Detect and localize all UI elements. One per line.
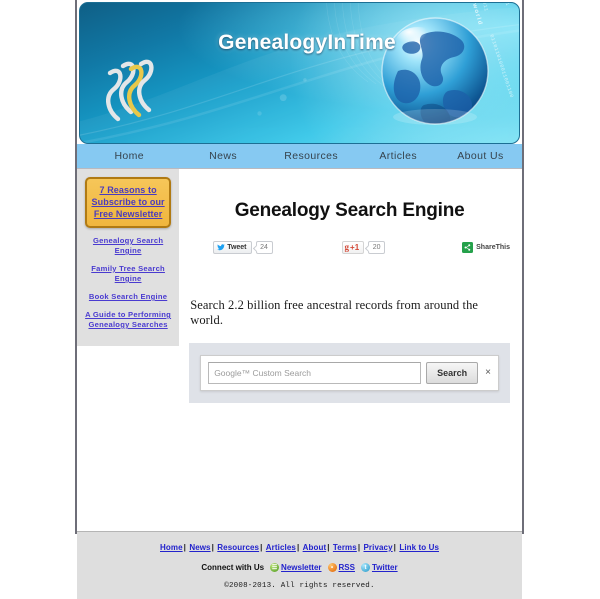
footer-link-about[interactable]: About	[303, 543, 327, 552]
footer-separator: |	[327, 543, 330, 552]
google-g-icon: g	[344, 242, 350, 252]
search-button[interactable]: Search	[426, 362, 479, 384]
rss-icon: •	[327, 563, 337, 572]
newsletter-subscribe-button[interactable]: 7 Reasons to Subscribe to our Free Newsl…	[85, 177, 172, 228]
site-footer: Home| News| Resources| Articles| About| …	[77, 531, 522, 599]
site-page: 11001101100111001 10011100110011 0110110…	[75, 0, 524, 599]
footer-link-link-to-us[interactable]: Link to Us	[399, 543, 439, 552]
main-navigation: Home News Resources Articles About Us	[77, 144, 522, 169]
nav-item-articles[interactable]: Articles	[358, 150, 439, 162]
footer-separator: |	[260, 543, 263, 552]
footer-separator: |	[296, 543, 300, 552]
footer-separator: |	[211, 543, 214, 552]
footer-link-resources[interactable]: Resources	[217, 543, 259, 552]
footer-separator: |	[183, 543, 186, 552]
footer-link-terms[interactable]: Terms	[333, 543, 357, 552]
footer-links: Home| News| Resources| Articles| About| …	[77, 543, 522, 552]
social-share-row: Tweet 24 g +1 20 ShareThis	[213, 241, 510, 254]
connect-with-us-row: Connect with Us ☰ Newsletter • RSS t Twi…	[77, 563, 522, 572]
footer-separator: |	[357, 543, 361, 552]
footer-link-home[interactable]: Home	[160, 543, 183, 552]
content-spacer	[77, 459, 522, 531]
page-body: 7 Reasons to Subscribe to our Free Newsl…	[77, 169, 522, 459]
search-panel: Search ×	[189, 343, 510, 403]
sidebar-item-family-tree-search-engine[interactable]: Family Tree Search Engine	[81, 264, 175, 284]
google-plus-one-label: +1	[350, 243, 360, 252]
nav-item-about-us[interactable]: About Us	[439, 150, 522, 162]
nav-item-news[interactable]: News	[181, 150, 264, 162]
search-description: Search 2.2 billion free ancestral record…	[190, 298, 479, 327]
twitter-share-group: Tweet 24	[213, 241, 273, 254]
sidebar-item-book-search-engine[interactable]: Book Search Engine	[81, 292, 175, 302]
main-content: Genealogy Search Engine Tweet 24 g +1 20…	[179, 169, 522, 459]
site-banner: 11001101100111001 10011100110011 0110110…	[79, 2, 520, 144]
close-icon[interactable]: ×	[485, 368, 491, 378]
newsletter-line-1: 7 Reasons to	[99, 185, 157, 195]
footer-link-rss[interactable]: RSS	[339, 563, 355, 572]
twitter-icon: t	[360, 563, 370, 572]
share-nodes-glyph	[464, 244, 471, 251]
nav-item-home[interactable]: Home	[77, 150, 181, 162]
footer-separator: |	[393, 543, 396, 552]
tweet-button[interactable]: Tweet	[213, 241, 252, 254]
genealogy-ribbon-logo-icon	[106, 59, 154, 122]
tweet-count-badge[interactable]: 24	[255, 241, 273, 254]
sidebar-item-genealogy-search-engine[interactable]: Genealogy Search Engine	[81, 236, 175, 256]
globe-icon	[381, 17, 489, 125]
nav-item-resources[interactable]: Resources	[265, 150, 358, 162]
newsletter-line-3: Free Newsletter	[93, 209, 163, 219]
sharethis-icon	[462, 242, 474, 253]
google-plus-count-badge[interactable]: 20	[368, 241, 386, 254]
search-input[interactable]	[208, 362, 422, 384]
newsletter-icon: ☰	[270, 563, 280, 572]
sidebar: 7 Reasons to Subscribe to our Free Newsl…	[77, 169, 180, 346]
newsletter-line-2: Subscribe to our	[91, 197, 165, 207]
copyright-text: ©2008-2013. All rights reserved.	[224, 582, 375, 590]
footer-link-newsletter[interactable]: Newsletter	[281, 563, 321, 572]
sharethis-label: ShareThis	[476, 244, 510, 251]
page-title: Genealogy Search Engine	[234, 200, 465, 221]
footer-link-privacy[interactable]: Privacy	[363, 543, 392, 552]
footer-link-articles[interactable]: Articles	[266, 543, 296, 552]
site-logo-title: GenealogyInTime	[218, 31, 396, 54]
footer-link-news[interactable]: News	[189, 543, 210, 552]
tweet-button-label: Tweet	[227, 244, 247, 251]
google-plus-share-group: g +1 20	[341, 241, 386, 254]
twitter-bird-icon	[217, 244, 226, 251]
sidebar-item-genealogy-search-guide[interactable]: A Guide to Performing Genealogy Searches	[81, 310, 175, 330]
search-form: Search ×	[200, 355, 499, 391]
footer-link-twitter[interactable]: Twitter	[372, 563, 398, 572]
google-plus-one-button[interactable]: g +1	[341, 241, 365, 254]
sharethis-button[interactable]: ShareThis	[462, 242, 510, 253]
connect-with-us-label: Connect with Us	[201, 563, 265, 572]
